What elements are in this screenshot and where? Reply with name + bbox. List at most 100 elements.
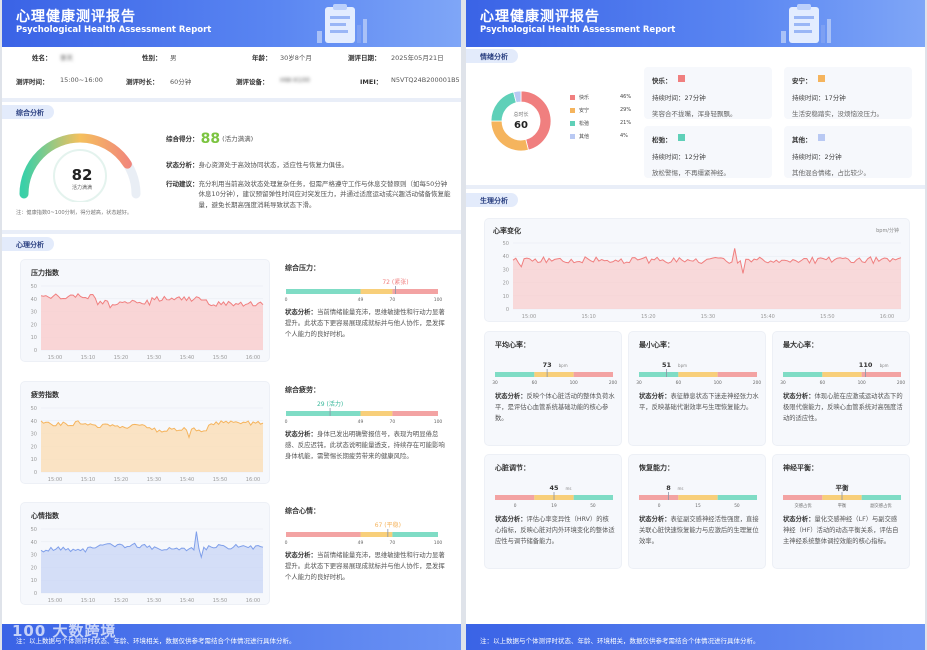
emotion-duration: 持续时间：27分钟 — [652, 94, 706, 102]
report-header: 心理健康测评报告 Psychological Health Assessment… — [2, 0, 461, 47]
emotion-section-title: 情绪分析 — [466, 49, 518, 63]
y-tick-label: 20 — [31, 565, 37, 571]
scale-tick: 100 — [570, 380, 578, 386]
time-label: 测评时间： — [16, 78, 49, 86]
scale-segment — [861, 495, 901, 500]
psych-area-chart: 50 40 30 20 10 0 15:00 15:10 15:20 15:30 15:40 15:5… — [31, 527, 264, 604]
footer-note-2: 注：以上数据与个体测评时状态、年龄、环境相关，数据仅供参考需结合个体情况进行具体… — [466, 624, 925, 650]
time-value: 15:00~16:00 — [60, 76, 103, 84]
y-tick-label: 10 — [31, 335, 37, 341]
x-tick-label: 15:10 — [81, 477, 95, 483]
score-value: 88 — [200, 131, 221, 147]
scale-tick: 100 — [714, 380, 722, 386]
legend-name: 松弛 — [579, 121, 590, 127]
scale-tick: 交感占优 — [794, 502, 812, 509]
x-tick-label: 15:30 — [701, 314, 715, 320]
psych-chart-card: 心情指数 50 40 30 20 10 0 15:00 15:10 15:20 15:30 15:40… — [20, 502, 270, 605]
metric-unit: bpm — [880, 363, 889, 368]
legend-swatch — [570, 108, 575, 113]
emotion-name: 安宁： — [792, 77, 812, 85]
metric-unit: ms — [566, 486, 572, 491]
x-tick-label: 15:30 — [147, 355, 161, 361]
report-title-en-2: Psychological Health Assessment Report — [480, 25, 676, 35]
scale-tick: 70 — [390, 540, 396, 544]
scale-segment — [360, 289, 393, 294]
scale-tick: 200 — [753, 380, 761, 386]
scale-tick: 平衡 — [838, 502, 847, 509]
report-page-1: 心理健康测评报告 Psychological Health Assessment… — [2, 0, 461, 650]
x-tick-label: 16:00 — [246, 355, 260, 361]
legend-pct: 29% — [620, 107, 632, 113]
metric-scale-bar: 73 bpm 30 60 100 200 — [492, 361, 617, 386]
metric-scale-bar: 45 ms 0 19 50 — [495, 484, 613, 509]
report-title-en: Psychological Health Assessment Report — [16, 25, 212, 35]
area-fill — [41, 420, 263, 472]
emotion-card: 安宁： 持续时间：17分钟 生活安稳踏实，没烦恼没压力。 — [784, 67, 912, 119]
x-tick-label: 15:20 — [114, 355, 128, 361]
value-label: 72 (紧张) — [382, 278, 408, 286]
metric-card: 神经平衡： 平衡 交感占优 平衡 副交感占优 状态分析：量化交感神经（LF）与副交感神经（… — [772, 454, 910, 569]
psych-chart-card: 疲劳指数 50 40 30 20 10 0 15:00 15:10 15:20 15:30 15:40… — [20, 381, 270, 484]
scale-segment — [392, 532, 438, 537]
y-tick-label: 40 — [31, 540, 37, 546]
scale-tick: 19 — [551, 503, 557, 509]
legend-swatch — [570, 121, 575, 126]
scale-tick: 0 — [514, 503, 517, 509]
scale-tick: 100 — [434, 540, 442, 544]
gender-value: 男 — [170, 54, 177, 62]
y-tick-label: 40 — [31, 419, 37, 425]
metric-title: 平均心率： — [495, 341, 530, 349]
scale-tick: 100 — [434, 419, 442, 423]
y-tick-label: 50 — [31, 406, 37, 412]
watermark: 100 大数跨境 — [12, 622, 117, 640]
scale-segment — [573, 495, 613, 500]
summary-section-title: 综合分析 — [2, 105, 54, 119]
x-tick-label: 15:10 — [581, 314, 595, 320]
metric-value: 平衡 — [836, 483, 850, 492]
heart-rate-unit: bpm/分钟 — [876, 228, 899, 234]
scale-tick: 100 — [858, 380, 866, 386]
y-tick-label: 40 — [503, 254, 509, 260]
date-label: 测评日期： — [348, 54, 381, 62]
x-tick-label: 15:50 — [820, 314, 834, 320]
emotion-duration: 持续时间：2分钟 — [792, 153, 842, 161]
side-analysis: 状态分析：当前情绪能量充沛，思维敏捷性和行动力显著提升。此状态下更容易展现成就标… — [285, 550, 445, 583]
scale-segment — [495, 495, 535, 500]
donut-center-value: 60 — [514, 120, 528, 131]
x-tick-label: 15:40 — [180, 598, 194, 604]
psych-chart-title: 心情指数 — [31, 512, 59, 520]
x-tick-label: 16:00 — [880, 314, 894, 320]
scale-segment — [573, 372, 613, 377]
scale-tick: 200 — [609, 380, 617, 386]
scale-segment — [360, 411, 393, 416]
emotion-desc: 生活安稳踏实，没烦恼没压力。 — [792, 110, 883, 118]
metric-card: 最小心率： 51 bpm 30 60 100 200 状态分析：表征静息状态下迷走神经张力水平… — [628, 331, 766, 446]
y-tick-label: 30 — [31, 432, 37, 438]
scale-tick: 60 — [676, 380, 682, 386]
metric-unit: bpm — [678, 363, 687, 368]
psych-chart-title: 疲劳指数 — [31, 391, 59, 399]
name-label: 姓名： — [32, 54, 52, 62]
psych-chart-card: 压力指数 50 40 30 20 10 0 15:00 15:10 15:20 15:30 15:40… — [20, 259, 270, 362]
y-tick-label: 30 — [31, 553, 37, 559]
analysis-label: 状态分析： — [783, 393, 815, 400]
imei-value: N5VTQ24B200001B5 — [391, 76, 460, 84]
emotion-duration: 持续时间：12分钟 — [652, 153, 706, 161]
scale-tick: 50 — [590, 503, 596, 509]
emotion-card: 快乐： 持续时间：27分钟 笑容合不拢嘴，浑身轻飘飘。 — [644, 67, 772, 119]
score-label: 综合得分： — [166, 135, 199, 143]
analysis-label: 状态分析： — [639, 393, 671, 400]
scale-tick: 60 — [532, 380, 538, 386]
legend-swatch — [570, 134, 575, 139]
report-title-cn: 心理健康测评报告 — [16, 9, 136, 25]
status-label: 状态分析： — [166, 161, 199, 169]
scale-tick: 0 — [285, 540, 288, 544]
scale-bar: 72 (紧张) 0 49 70 100 — [285, 278, 442, 301]
scale-segment — [861, 372, 901, 377]
scale-segment — [286, 532, 361, 537]
emotion-desc: 笑容合不拢嘴，浑身轻飘飘。 — [652, 110, 737, 118]
scale-segment — [639, 495, 679, 500]
metric-title: 最大心率： — [783, 341, 818, 349]
scale-tick: 0 — [285, 419, 288, 423]
psych-section-title: 心理分析 — [2, 237, 54, 251]
